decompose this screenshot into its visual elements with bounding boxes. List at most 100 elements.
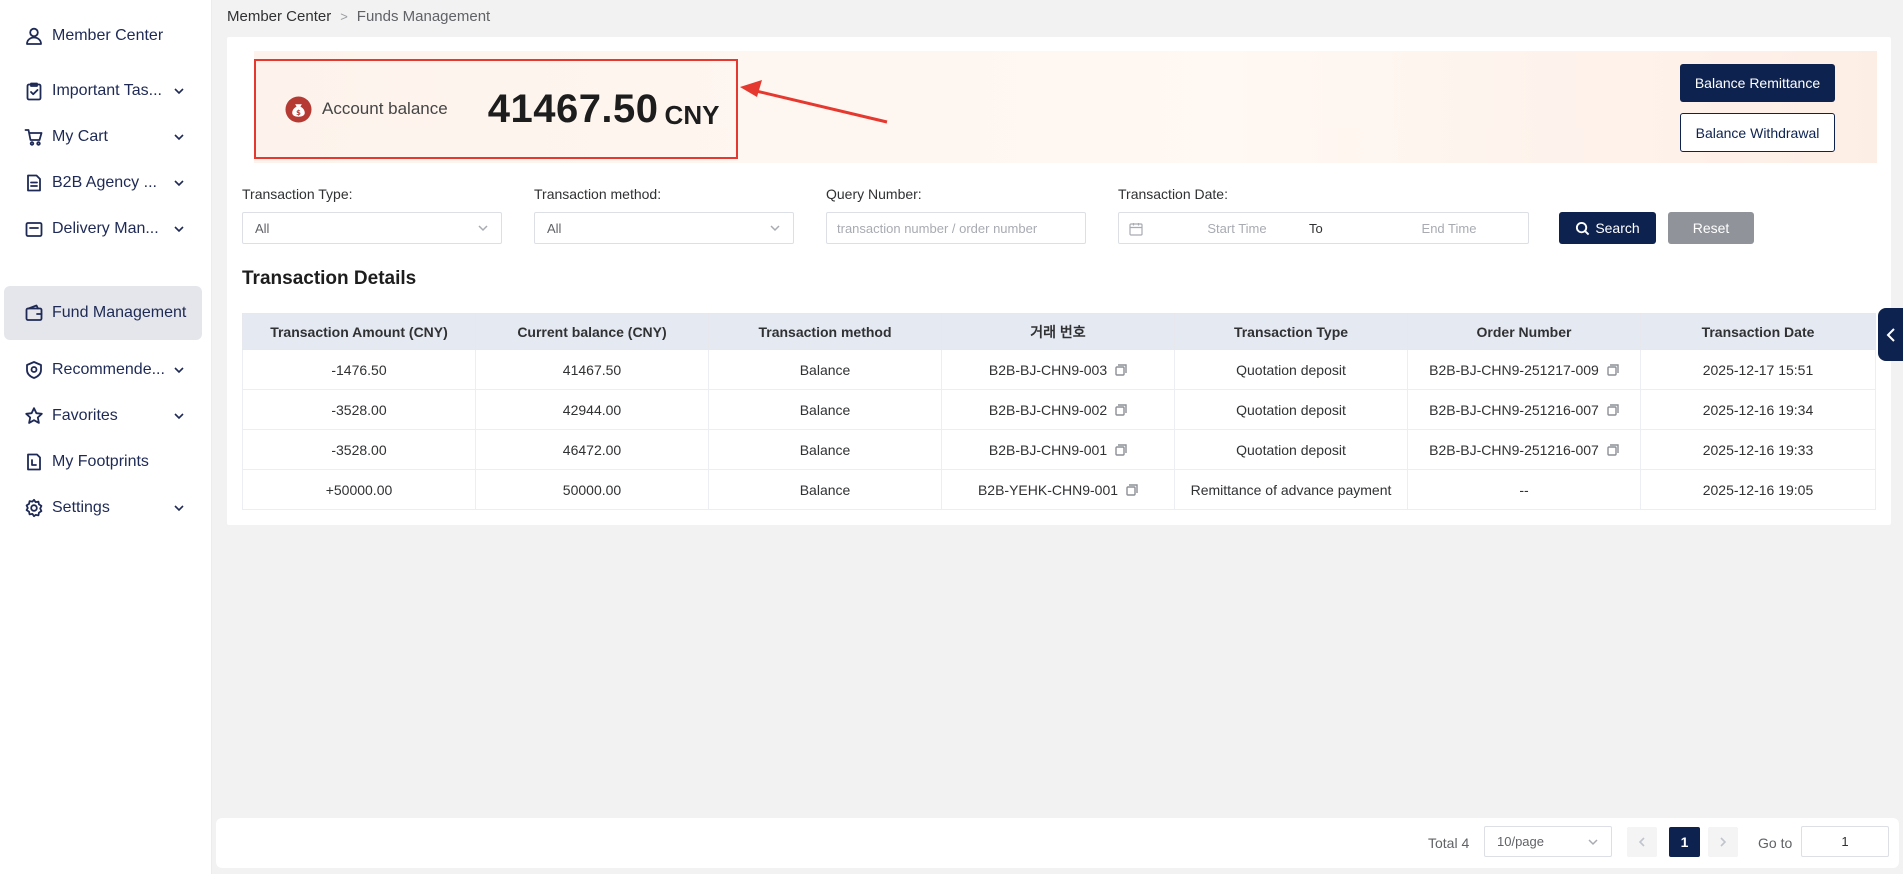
sidebar-item-label: My Cart [52, 128, 108, 145]
svg-text:$: $ [296, 108, 301, 116]
copy-icon[interactable] [1115, 363, 1127, 376]
transaction-type-label: Transaction Type: [242, 186, 353, 202]
balance-cell: 46472.00 [475, 429, 709, 470]
chevron-down-icon[interactable] [168, 218, 190, 240]
date-start-input[interactable]: Start Time [1187, 221, 1287, 236]
date-cell: 2025-12-16 19:05 [1640, 469, 1876, 510]
query-number-input[interactable]: transaction number / order number [826, 212, 1086, 244]
breadcrumb-current: Funds Management [356, 8, 491, 25]
transaction-number: B2B-BJ-CHN9-001 [988, 441, 1108, 458]
chevron-down-icon[interactable] [168, 359, 190, 381]
type-cell: Quotation deposit [1174, 389, 1408, 430]
amount-cell: -3528.00 [242, 429, 476, 470]
wallet-icon [23, 302, 45, 324]
date-cell: 2025-12-16 19:34 [1640, 389, 1876, 430]
sidebar-item-label: Fund Management [52, 304, 187, 321]
order-number-cell: B2B-BJ-CHN9-251216-007 [1407, 389, 1641, 430]
copy-icon[interactable] [1607, 443, 1619, 456]
transaction-number-cell: B2B-BJ-CHN9-002 [941, 389, 1175, 430]
copy-icon[interactable] [1607, 403, 1619, 416]
chevron-down-icon [477, 222, 489, 234]
user-icon [23, 25, 45, 47]
transaction-type-select[interactable]: All [242, 212, 502, 244]
column-header: Transaction Date [1640, 313, 1876, 350]
breadcrumb-root[interactable]: Member Center [227, 8, 331, 25]
page-number-current[interactable]: 1 [1669, 827, 1700, 857]
column-header: 거래 번호 [941, 313, 1175, 350]
sidebar-item-member-center[interactable]: Member Center [4, 9, 202, 63]
chevron-down-icon[interactable] [168, 80, 190, 102]
goto-page-input[interactable]: 1 [1801, 826, 1889, 857]
order-number: B2B-BJ-CHN9-251216-007 [1429, 401, 1599, 418]
sidebar-item-label: Recommende... [52, 361, 165, 378]
balance-cell: 50000.00 [475, 469, 709, 510]
balance-cell: 41467.50 [475, 349, 709, 390]
transaction-number-cell: B2B-BJ-CHN9-003 [941, 349, 1175, 390]
balance-withdrawal-button[interactable]: Balance Withdrawal [1680, 113, 1835, 152]
transaction-method-label: Transaction method: [534, 186, 662, 202]
next-page-button[interactable] [1708, 827, 1738, 857]
column-header: Transaction method [708, 313, 942, 350]
amount-cell: -3528.00 [242, 389, 476, 430]
transaction-number-cell: B2B-BJ-CHN9-001 [941, 429, 1175, 470]
money-bag-icon: $ [285, 95, 312, 123]
order-number-cell: B2B-BJ-CHN9-251217-009 [1407, 349, 1641, 390]
chevron-down-icon[interactable] [168, 497, 190, 519]
annotation-arrow-icon [740, 80, 888, 124]
date-cell: 2025-12-17 15:51 [1640, 349, 1876, 390]
sidebar-item-delivery-management[interactable]: Delivery Man... [4, 202, 202, 256]
date-end-input[interactable]: End Time [1399, 221, 1499, 236]
transaction-date-range[interactable]: Start Time To End Time [1118, 212, 1529, 244]
copy-icon[interactable] [1126, 483, 1138, 496]
amount-cell: -1476.50 [242, 349, 476, 390]
sidebar-item-label: Favorites [52, 407, 118, 424]
transaction-method-select[interactable]: All [534, 212, 794, 244]
transactions-table: Transaction Amount (CNY) Current balance… [242, 313, 1876, 510]
copy-icon[interactable] [1115, 443, 1127, 456]
pagination-total: Total 4 [1428, 835, 1470, 851]
side-panel-toggle[interactable] [1878, 308, 1903, 361]
sidebar-item-settings[interactable]: Settings [4, 481, 202, 535]
chevron-down-icon[interactable] [168, 172, 190, 194]
amount-cell: +50000.00 [242, 469, 476, 510]
balance-remittance-button[interactable]: Balance Remittance [1680, 64, 1835, 102]
order-number-cell: -- [1407, 469, 1641, 510]
sidebar-item-label: Important Tas... [52, 82, 162, 99]
prev-page-button[interactable] [1627, 827, 1657, 857]
chevron-down-icon [1587, 836, 1599, 851]
type-cell: Quotation deposit [1174, 349, 1408, 390]
chevron-left-icon [1886, 327, 1895, 342]
table-row: -3528.00 42944.00 Balance B2B-BJ-CHN9-00… [242, 389, 1876, 430]
chevron-down-icon[interactable] [168, 405, 190, 427]
order-number-cell: B2B-BJ-CHN9-251216-007 [1407, 429, 1641, 470]
balance-amount: 41467.50 [487, 86, 659, 131]
copy-icon[interactable] [1607, 363, 1619, 376]
document-icon [23, 172, 45, 194]
transaction-date-label: Transaction Date: [1118, 186, 1228, 202]
sidebar-item-label: My Footprints [52, 453, 149, 470]
calendar-icon [1129, 223, 1143, 236]
sidebar-item-label: B2B Agency ... [52, 174, 157, 191]
sidebar-item-fund-management[interactable]: Fund Management [4, 286, 202, 340]
order-number: B2B-BJ-CHN9-251216-007 [1429, 441, 1599, 458]
clipboard-check-icon [23, 80, 45, 102]
balance-label: Account balance [322, 99, 448, 118]
chevron-down-icon[interactable] [168, 126, 190, 148]
table-header-row: Transaction Amount (CNY) Current balance… [242, 313, 1876, 350]
balance-currency: CNY [664, 99, 720, 130]
search-button[interactable]: Search [1559, 212, 1656, 244]
chevron-left-icon [1638, 837, 1645, 847]
transaction-number-cell: B2B-YEHK-CHN9-001 [941, 469, 1175, 510]
column-header: Current balance (CNY) [475, 313, 709, 350]
sidebar: Member Center Important Tas... My Cart B… [0, 0, 212, 874]
type-cell: Quotation deposit [1174, 429, 1408, 470]
order-number: B2B-BJ-CHN9-251217-009 [1429, 361, 1599, 378]
column-header: Transaction Type [1174, 313, 1408, 350]
folder-icon [23, 218, 45, 240]
page-size-select[interactable]: 10/page [1484, 826, 1612, 857]
page-size-value: 10/page [1497, 834, 1544, 849]
copy-icon[interactable] [1115, 403, 1127, 416]
transaction-number: B2B-BJ-CHN9-003 [988, 361, 1108, 378]
method-cell: Balance [708, 349, 942, 390]
reset-button[interactable]: Reset [1668, 212, 1754, 244]
